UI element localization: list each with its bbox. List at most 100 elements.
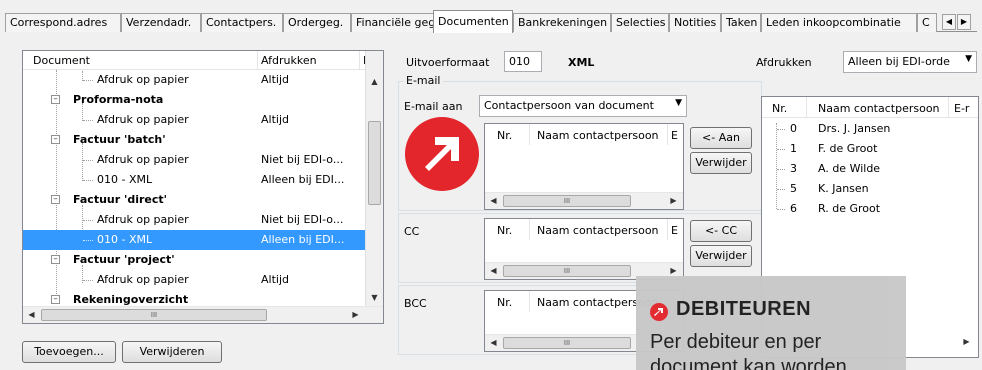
scroll-thumb[interactable]: III	[503, 265, 631, 277]
add-button-label: Toevoegen...	[34, 345, 104, 358]
tree-line	[777, 129, 785, 130]
scroll-right-icon[interactable]: ▶	[665, 266, 682, 275]
collapse-icon[interactable]: –	[51, 295, 60, 304]
aan-horizontal-scrollbar[interactable]: ◀ III ▶	[485, 192, 683, 209]
column-divider[interactable]	[359, 51, 360, 70]
tree-row[interactable]: – Rekeningoverzicht	[23, 290, 365, 306]
tree-row[interactable]: Afdruk op papier Altijd	[23, 270, 365, 290]
column-nr[interactable]: Nr.	[772, 102, 787, 115]
tab-financiele-geg[interactable]: Financiële geg.	[351, 13, 435, 32]
contact-row[interactable]: 0 Drs. J. Jansen	[762, 119, 978, 139]
tree-horizontal-scrollbar[interactable]: ◀ III ▶	[23, 306, 383, 323]
tree-row[interactable]: Afdruk op papier Niet bij EDI-o...	[23, 150, 365, 170]
tree-row[interactable]: Afdruk op papier Altijd	[23, 110, 365, 130]
column-nr[interactable]: Nr.	[497, 296, 512, 309]
cc-recipient-list[interactable]: Nr. Naam contactpersoon E ◀ III ▶	[484, 218, 684, 280]
contact-name: A. de Wilde	[818, 162, 881, 175]
tab-verzendadr[interactable]: Verzendadr.	[121, 13, 201, 32]
tree-row[interactable]: – Factuur 'batch'	[23, 130, 365, 150]
tab-documenten[interactable]: Documenten	[433, 10, 513, 33]
scroll-left-icon[interactable]: ◀	[23, 310, 40, 319]
column-naam-contactpersoon[interactable]: Naam contactpersoon	[537, 224, 659, 237]
column-naam-contactpersoon[interactable]: Naam contactpersoon	[818, 102, 940, 115]
scroll-thumb[interactable]: III	[503, 195, 631, 207]
callout-body: Per debiteur en per document kan worden	[650, 331, 847, 370]
scroll-down-icon[interactable]: ▼	[366, 293, 383, 302]
column-nr[interactable]: Nr.	[497, 129, 512, 142]
chevron-down-icon[interactable]: ▼	[965, 54, 972, 64]
remove-button-label: Verwijderen	[139, 345, 205, 358]
contact-row[interactable]: 1 F. de Groot	[762, 139, 978, 159]
tree-row[interactable]: 010 - XML Alleen bij EDI...	[23, 170, 365, 190]
contact-row[interactable]: 5 K. Jansen	[762, 179, 978, 199]
scroll-thumb[interactable]: III	[503, 337, 631, 349]
tree-row[interactable]: Afdruk op papier Altijd	[23, 70, 365, 90]
uitvoerformaat-code-field[interactable]: 010	[504, 51, 542, 72]
column-email[interactable]: E-r	[954, 102, 969, 115]
scroll-right-icon[interactable]: ▶	[958, 337, 975, 346]
scroll-right-icon[interactable]: ▶	[347, 310, 364, 319]
tab-correspond-adres[interactable]: Correspond.adres	[5, 13, 121, 32]
email-group-title: E-mail	[404, 74, 443, 87]
column-nr[interactable]: Nr.	[497, 224, 512, 237]
scroll-thumb[interactable]: III	[41, 309, 267, 321]
tab-ordergeg[interactable]: Ordergeg.	[283, 13, 351, 32]
tab-contactpers[interactable]: Contactpers.	[201, 13, 283, 32]
remove-button[interactable]: Verwijderen	[122, 341, 222, 363]
add-button[interactable]: Toevoegen...	[22, 341, 116, 363]
contact-nr: 5	[790, 182, 797, 195]
scroll-right-icon[interactable]: ▶	[665, 196, 682, 205]
tree-row-afdrukken: Altijd	[261, 73, 289, 86]
collapse-icon[interactable]: –	[51, 255, 60, 264]
tree-row[interactable]: – Proforma-nota	[23, 90, 365, 110]
scroll-left-icon[interactable]: ◀	[485, 196, 502, 205]
contact-name: R. de Groot	[818, 202, 881, 215]
tab-selecties[interactable]: Selecties	[611, 13, 669, 32]
tree-line	[83, 120, 93, 121]
scroll-left-icon[interactable]: ◀	[485, 266, 502, 275]
tab-scroll-right-icon[interactable]: ▶	[957, 14, 971, 30]
contact-row[interactable]: 6 R. de Groot	[762, 199, 978, 219]
tree-row-document: Factuur 'direct'	[73, 193, 168, 206]
email-aan-select[interactable]: Contactpersoon van document ▼	[479, 95, 687, 117]
tree-vertical-scrollbar[interactable]: ▲ ▼	[365, 51, 383, 306]
scroll-left-icon[interactable]: ◀	[485, 338, 502, 347]
remove-cc-button[interactable]: Verwijder	[690, 245, 752, 267]
document-tree: Document Afdrukken La Afdruk op papier A…	[22, 50, 384, 324]
remove-aan-button[interactable]: Verwijder	[690, 152, 752, 174]
afdrukken-select[interactable]: Alleen bij EDI-orde ▼	[843, 51, 977, 73]
chevron-down-icon[interactable]: ▼	[675, 98, 682, 108]
arrow-badge-icon	[405, 117, 479, 191]
add-to-aan-button[interactable]: <- Aan	[690, 127, 752, 149]
column-e[interactable]: E	[671, 224, 678, 237]
contact-nr: 6	[790, 202, 797, 215]
column-e[interactable]: E	[671, 129, 678, 142]
tab-overflow[interactable]: C	[917, 13, 937, 32]
aan-recipient-list[interactable]: Nr. Naam contactpersoon E ◀ III ▶	[484, 123, 684, 210]
tree-row[interactable]: – Factuur 'project'	[23, 250, 365, 270]
collapse-icon[interactable]: –	[51, 135, 60, 144]
tab-leden-inkoopcombinatie[interactable]: Leden inkoopcombinatie	[761, 13, 917, 32]
column-naam-contactpersoon[interactable]: Naam contactpersoon	[537, 129, 659, 142]
tab-notities[interactable]: Notities	[669, 13, 721, 32]
add-to-cc-button[interactable]: <- CC	[690, 220, 752, 242]
add-to-cc-label: <- CC	[704, 224, 738, 237]
scroll-thumb[interactable]	[368, 121, 381, 205]
contact-row[interactable]: 3 A. de Wilde	[762, 159, 978, 179]
scroll-up-icon[interactable]: ▲	[366, 77, 383, 86]
collapse-icon[interactable]: –	[51, 195, 60, 204]
collapse-icon[interactable]: –	[51, 95, 60, 104]
tree-row[interactable]: Afdruk op papier Niet bij EDI-o...	[23, 210, 365, 230]
tree-row-selected[interactable]: 010 - XML Alleen bij EDI...	[23, 230, 365, 250]
tab-bankrekeningen[interactable]: Bankrekeningen	[513, 13, 611, 32]
column-document[interactable]: Document	[33, 54, 90, 67]
afdrukken-label: Afdrukken	[756, 56, 812, 69]
tab-scroll-left-icon[interactable]: ◀	[942, 14, 956, 30]
tab-taken[interactable]: Taken	[721, 13, 761, 32]
tree-row[interactable]: – Factuur 'direct'	[23, 190, 365, 210]
document-tree-header: Document Afdrukken La	[23, 51, 383, 70]
contact-nr: 0	[790, 122, 797, 135]
column-afdrukken[interactable]: Afdrukken	[261, 54, 317, 67]
column-divider[interactable]	[257, 51, 258, 70]
debiteuren-callout: DEBITEUREN Per debiteur en per document …	[636, 276, 906, 370]
